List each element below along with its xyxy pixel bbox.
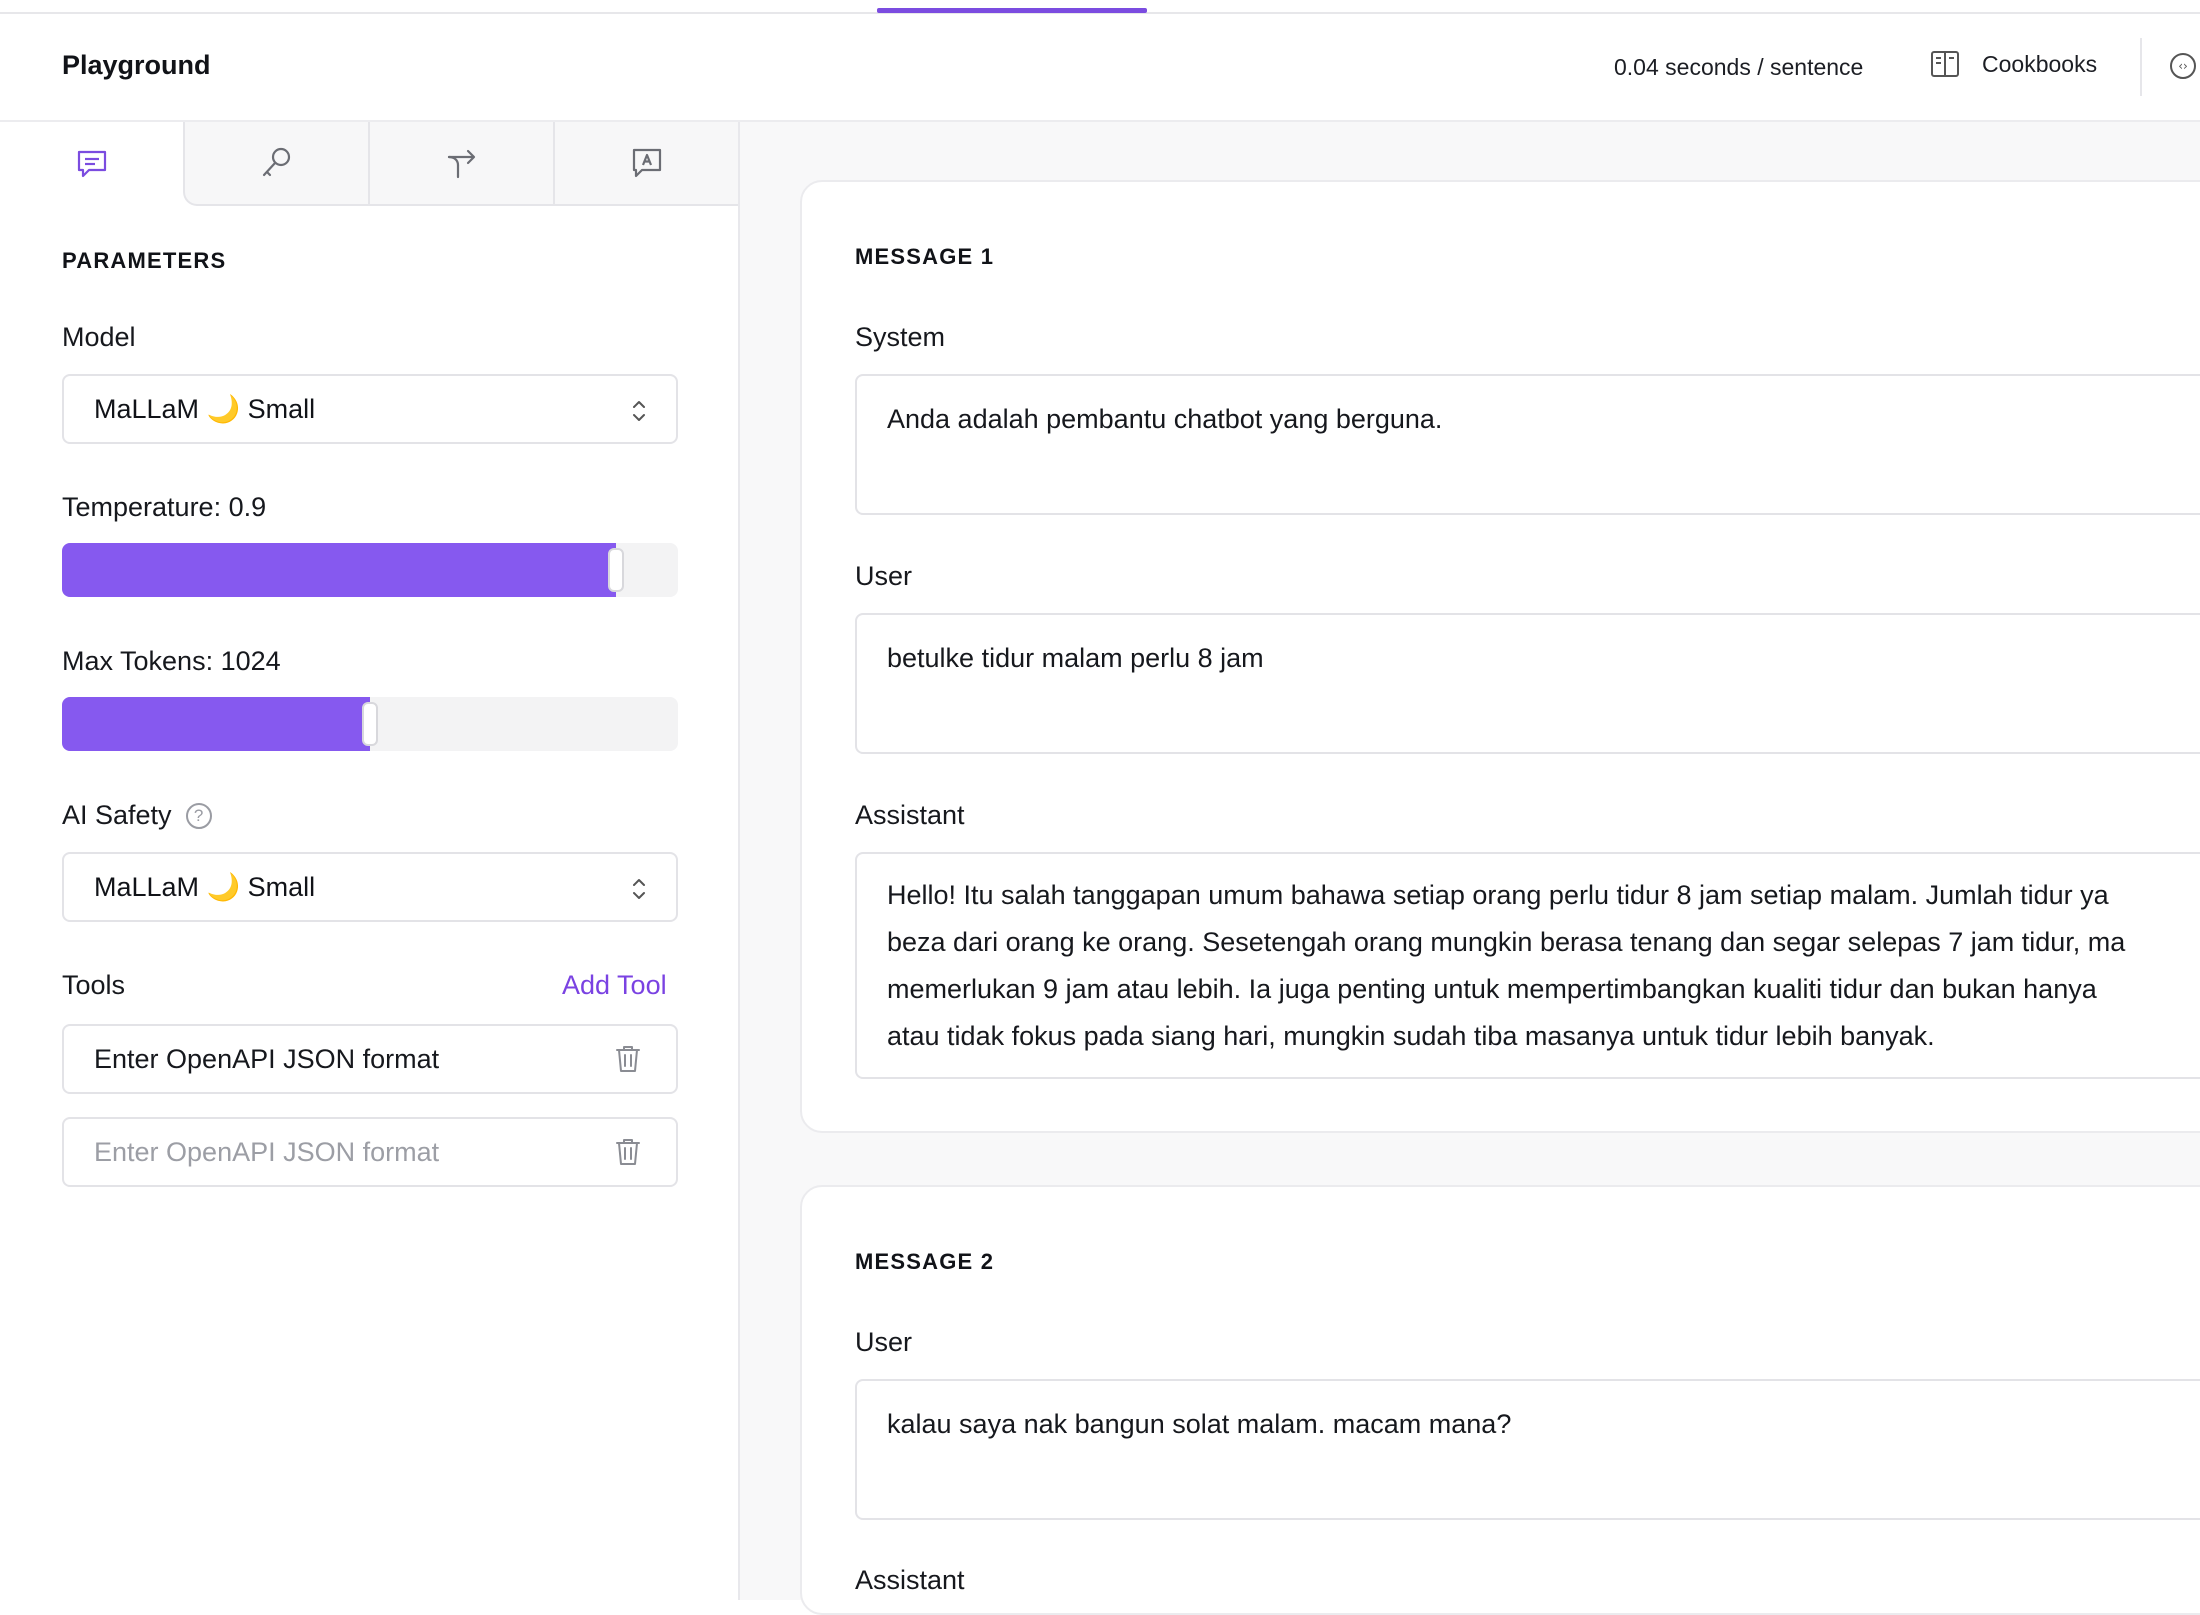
user-message-text: kalau saya nak bangun solat malam. macam… — [887, 1409, 1512, 1439]
system-label: System — [855, 322, 946, 352]
system-message-text: Anda adalah pembantu chatbot yang bergun… — [887, 404, 1443, 434]
book-icon — [1931, 51, 1959, 77]
ai-safety-select[interactable]: MaLLaM 🌙 Small — [62, 852, 678, 922]
user-label: User — [855, 561, 913, 591]
temperature-slider-thumb[interactable] — [608, 548, 624, 592]
max-tokens-slider[interactable] — [62, 697, 678, 751]
assistant-message-line: atau tidak fokus pada siang hari, mungki… — [887, 1021, 1935, 1051]
temperature-slider-fill — [62, 543, 616, 597]
assistant-message-line: memerlukan 9 jam atau lebih. Ia juga pen… — [887, 974, 2097, 1004]
parameters-heading: PARAMETERS — [62, 248, 227, 273]
message-2-title: MESSAGE 2 — [855, 1249, 995, 1274]
trash-icon[interactable] — [614, 1044, 642, 1074]
model-select-value: MaLLaM 🌙 Small — [94, 394, 316, 424]
chevron-updown-icon — [633, 879, 645, 899]
message-1-title: MESSAGE 1 — [855, 244, 995, 269]
active-top-tab-indicator — [877, 8, 1147, 13]
max-tokens-slider-fill — [62, 697, 370, 751]
tab-route[interactable] — [368, 122, 553, 206]
user-label: User — [855, 1327, 913, 1357]
ai-safety-row: AI Safety ? — [62, 800, 212, 831]
model-select[interactable]: MaLLaM 🌙 Small — [62, 374, 678, 444]
tool-input-1[interactable] — [62, 1024, 678, 1094]
max-tokens-slider-thumb[interactable] — [362, 702, 378, 746]
code-view-icon[interactable]: ‹› — [2170, 53, 2196, 79]
chat-icon — [77, 150, 106, 178]
route-arrow-icon — [447, 149, 475, 179]
model-label: Model — [62, 322, 136, 352]
tools-label: Tools — [62, 970, 126, 1000]
header-divider — [2140, 38, 2142, 96]
system-message-box[interactable]: Anda adalah pembantu chatbot yang bergun… — [855, 374, 2200, 515]
assistant-label: Assistant — [855, 1565, 965, 1595]
add-tool-button[interactable]: Add Tool — [562, 970, 667, 1001]
tab-chat[interactable] — [0, 122, 183, 206]
ai-safety-label: AI Safety — [62, 800, 172, 830]
speed-readout: 0.04 seconds / sentence — [1614, 54, 1864, 80]
ai-safety-select-value: MaLLaM 🌙 Small — [94, 872, 316, 902]
assistant-message-line: beza dari orang ke orang. Sesetengah ora… — [887, 927, 2126, 957]
temperature-label: Temperature: 0.9 — [62, 492, 267, 522]
assistant-message-box[interactable]: Hello! Itu salah tanggapan umum bahawa s… — [855, 852, 2200, 1079]
help-icon[interactable]: ? — [185, 802, 212, 829]
cookbooks-label: Cookbooks — [1982, 50, 2098, 77]
assistant-message-line: Hello! Itu salah tanggapan umum bahawa s… — [887, 880, 2109, 910]
user-message-box[interactable]: kalau saya nak bangun solat malam. macam… — [855, 1379, 2200, 1520]
sidebar-tabs — [0, 122, 738, 206]
assistant-message-icon — [632, 148, 661, 178]
temperature-slider[interactable] — [62, 543, 678, 597]
tool-input-2[interactable] — [62, 1117, 678, 1187]
chevron-updown-icon — [633, 401, 645, 421]
tab-assistant[interactable] — [553, 122, 738, 206]
page-title: Playground — [62, 50, 211, 80]
assistant-label: Assistant — [855, 800, 965, 830]
key-icon — [262, 147, 290, 177]
user-message-box[interactable]: betulke tidur malam perlu 8 jam — [855, 613, 2200, 754]
tab-key[interactable] — [183, 122, 368, 206]
trash-icon[interactable] — [614, 1137, 642, 1167]
max-tokens-label: Max Tokens: 1024 — [62, 646, 281, 676]
cookbooks-link[interactable]: Cookbooks — [1930, 50, 2097, 78]
user-message-text: betulke tidur malam perlu 8 jam — [887, 643, 1264, 673]
header-bar — [0, 14, 2200, 122]
